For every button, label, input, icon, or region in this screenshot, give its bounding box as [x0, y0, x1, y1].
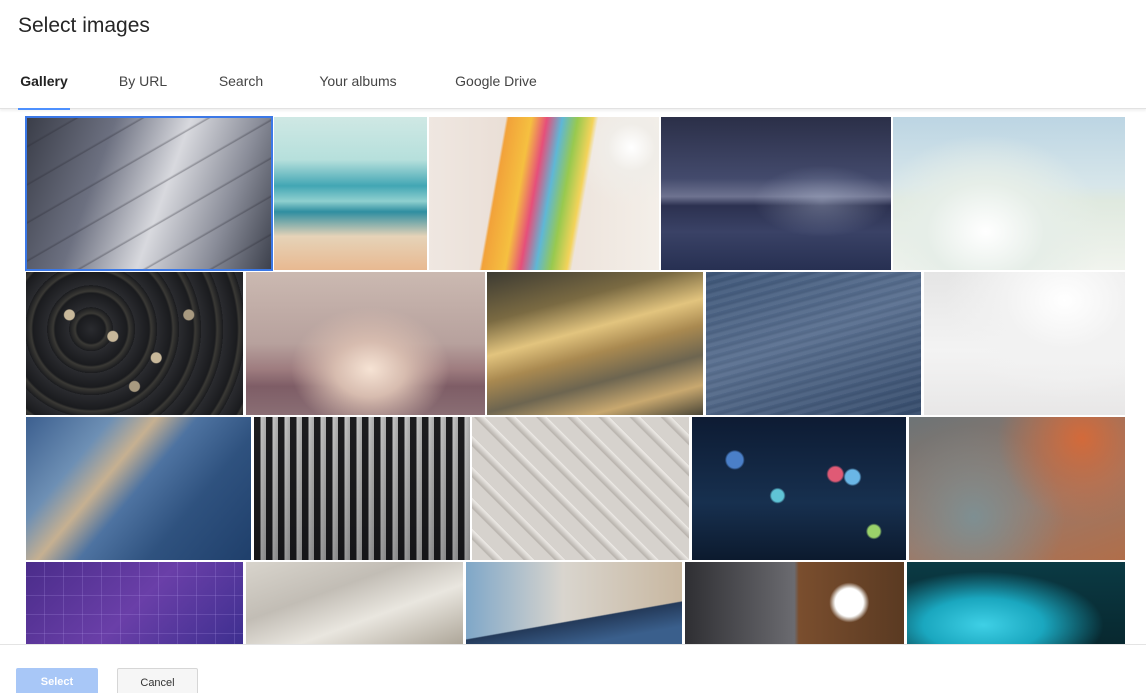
gallery-image-orange-blur[interactable] [909, 417, 1125, 560]
gallery-image-teal-light[interactable] [907, 562, 1125, 645]
gallery-image-sticky-notes[interactable] [429, 117, 659, 270]
gallery-image-mixing-console[interactable] [254, 417, 470, 560]
tab-search[interactable]: Search [214, 62, 268, 109]
gallery-image-gold-blur[interactable] [487, 272, 703, 415]
gallery-image-desk-coffee[interactable] [246, 562, 463, 645]
tab-by-url[interactable]: By URL [115, 62, 171, 109]
gallery-image-night-lake[interactable] [661, 117, 891, 270]
gallery-image-pink-horizon[interactable] [246, 272, 485, 415]
gallery-image-laptop-coffee[interactable] [685, 562, 904, 645]
gallery-image-bokeh-lights[interactable] [692, 417, 906, 560]
gallery-image-typewriter-keys[interactable] [26, 272, 243, 415]
cancel-button[interactable]: Cancel [117, 668, 198, 693]
tab-bar: Gallery By URL Search Your albums Google… [0, 62, 1146, 110]
select-button[interactable]: Select [16, 668, 98, 693]
image-gallery [0, 110, 1146, 645]
tab-your-albums[interactable]: Your albums [312, 62, 404, 109]
gallery-image-geometric-pattern[interactable] [472, 417, 689, 560]
gallery-image-blue-water-texture[interactable] [706, 272, 921, 415]
gallery-image-white-snow[interactable] [924, 272, 1125, 415]
footer-divider [0, 644, 1146, 645]
gallery-image-diagonal-wood-planks[interactable] [25, 116, 273, 271]
gallery-image-tablet-desk[interactable] [466, 562, 682, 645]
gallery-image-stock-chart[interactable] [26, 562, 243, 645]
dialog-title: Select images [18, 14, 150, 37]
tab-google-drive[interactable]: Google Drive [449, 62, 543, 109]
gallery-image-frozen-shore[interactable] [893, 117, 1125, 270]
gallery-image-blue-dunes[interactable] [26, 417, 251, 560]
gallery-image-blurred-ocean[interactable] [274, 117, 427, 270]
tab-gallery[interactable]: Gallery [18, 62, 70, 110]
